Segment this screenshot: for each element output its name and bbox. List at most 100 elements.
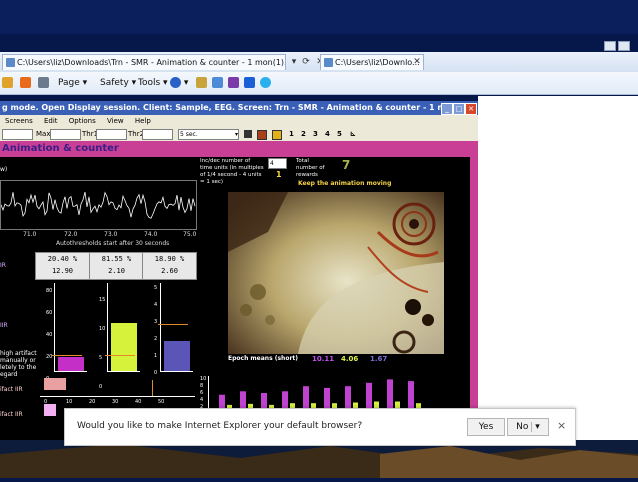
menu-help[interactable]: Help bbox=[135, 117, 151, 125]
side-label: egard bbox=[0, 371, 18, 378]
max-input[interactable] bbox=[50, 129, 81, 140]
channel-4[interactable]: 4 bbox=[325, 127, 330, 141]
eye-icon[interactable] bbox=[212, 76, 223, 90]
thr2-input[interactable] bbox=[142, 129, 173, 140]
eeg-trace-box bbox=[0, 180, 197, 230]
side-label: IR bbox=[0, 262, 6, 269]
bar-chart-2 bbox=[107, 283, 140, 372]
inc-dec-stepper[interactable]: 4 bbox=[268, 158, 287, 169]
y-tick: 5 bbox=[99, 355, 103, 361]
tools-menu[interactable]: Tools ▾ bbox=[138, 76, 168, 90]
safety-menu[interactable]: Safety ▾ bbox=[100, 76, 136, 90]
screen-heading: Animation & counter bbox=[0, 141, 478, 157]
print-icon[interactable] bbox=[38, 76, 49, 90]
tab-image[interactable]: C:\Users\liz\Downloads\Trn - SMR - Anima… bbox=[2, 54, 286, 70]
no-button[interactable]: No ▾ bbox=[507, 418, 549, 436]
bar-3 bbox=[164, 340, 190, 371]
time-select[interactable]: 5 sec. ▾ bbox=[178, 129, 239, 140]
app-minimize-button[interactable]: _ bbox=[441, 103, 453, 115]
feeds-icon[interactable] bbox=[20, 76, 31, 90]
y-tick: 60 bbox=[46, 310, 53, 316]
bar-chart-3 bbox=[160, 283, 193, 372]
keep-moving-text: Keep the animation moving bbox=[298, 180, 392, 187]
chevron-down-icon: ▾ bbox=[234, 131, 238, 138]
app-close-button[interactable]: ✕ bbox=[465, 103, 477, 115]
menu-edit[interactable]: Edit bbox=[44, 117, 58, 125]
window-controls[interactable] bbox=[604, 36, 638, 51]
close-icon[interactable]: × bbox=[557, 419, 566, 432]
bottom-axis bbox=[40, 396, 195, 397]
page-menu[interactable]: Page ▾ bbox=[58, 76, 87, 90]
epoch-bar-magenta bbox=[345, 386, 351, 410]
x-tick: 30 bbox=[112, 399, 119, 405]
tab-close-icon[interactable]: ✕ bbox=[410, 55, 424, 69]
y-tick: 5 bbox=[154, 285, 158, 291]
min-input[interactable] bbox=[2, 129, 33, 140]
total-rewards-value: 7 bbox=[342, 158, 351, 172]
menu-screens[interactable]: Screens bbox=[5, 117, 33, 125]
channel-3[interactable]: 3 bbox=[313, 127, 318, 141]
thr1-input[interactable] bbox=[96, 129, 127, 140]
fractal-image bbox=[228, 192, 444, 354]
app-menu-bar: Screens Edit Options View Help bbox=[0, 115, 478, 127]
y-tick: 8 bbox=[200, 383, 204, 389]
eeg-label: w) bbox=[0, 166, 8, 173]
side-label: IIR bbox=[0, 322, 8, 329]
chevron-down-icon: ▾ bbox=[531, 422, 540, 432]
x-tick: 0 bbox=[44, 399, 48, 405]
page-menu-label: Page bbox=[58, 78, 80, 88]
layout-icon[interactable]: ⊾ bbox=[350, 127, 356, 141]
eeg-tick: 74.0 bbox=[144, 231, 158, 238]
epoch-label: Epoch means (short) bbox=[228, 355, 299, 362]
y-tick: 4 bbox=[154, 302, 158, 308]
help-icon[interactable]: ▾ bbox=[170, 76, 188, 90]
y-tick: 4 bbox=[200, 397, 204, 403]
time-select-value: 5 sec. bbox=[180, 131, 198, 138]
side-label: high artifact bbox=[0, 350, 37, 357]
value-num: 2.60 bbox=[161, 267, 178, 275]
y-tick: 1 bbox=[154, 353, 158, 359]
y-tick: 3 bbox=[154, 319, 158, 325]
epoch-chart bbox=[208, 376, 449, 410]
x-tick: 50 bbox=[158, 399, 165, 405]
color-swatch-black[interactable] bbox=[244, 130, 252, 138]
tab-downloads[interactable]: C:\Users\liz\Downlo... bbox=[320, 54, 424, 70]
eeg-tick: 73.0 bbox=[104, 231, 118, 238]
pause-icon[interactable] bbox=[272, 130, 282, 140]
epoch-value-1: 10.11 bbox=[312, 355, 335, 363]
app-maximize-button[interactable]: □ bbox=[453, 103, 465, 115]
yes-button[interactable]: Yes bbox=[467, 418, 505, 436]
skype-icon[interactable] bbox=[260, 76, 271, 90]
value-num: 2.10 bbox=[108, 267, 125, 275]
menu-options[interactable]: Options bbox=[69, 117, 96, 125]
threshold-line-2 bbox=[105, 355, 135, 356]
inc-dec-label: Inc/dec number of time units (in multipl… bbox=[200, 158, 264, 185]
inc-display: 1 bbox=[276, 170, 282, 179]
refresh-icon[interactable]: ⟳ bbox=[299, 55, 313, 69]
y-tick: 10 bbox=[99, 326, 106, 332]
channel-2[interactable]: 2 bbox=[301, 127, 306, 141]
onenote-icon[interactable] bbox=[228, 76, 239, 90]
threshold-line-1 bbox=[52, 355, 82, 356]
value-box-1: 20.40 % 12.90 bbox=[35, 252, 90, 280]
channel-5[interactable]: 5 bbox=[337, 127, 342, 141]
menu-view[interactable]: View bbox=[107, 117, 124, 125]
bar-chart-1-ticks: 806040200 bbox=[46, 280, 52, 390]
color-swatch-brown[interactable] bbox=[257, 130, 267, 140]
minimize-icon[interactable] bbox=[604, 41, 616, 51]
value-num: 12.90 bbox=[51, 267, 74, 275]
home-icon[interactable] bbox=[2, 76, 13, 90]
command-bar: Page ▾ Safety ▾ Tools ▾ ▾ bbox=[0, 72, 638, 95]
restore-icon[interactable] bbox=[618, 41, 630, 51]
x-tick: 40 bbox=[135, 399, 142, 405]
total-rewards-label: Total number of rewards bbox=[296, 158, 325, 178]
animation-image bbox=[228, 192, 444, 354]
research-icon[interactable] bbox=[196, 76, 207, 90]
eeg-waveform bbox=[0, 191, 196, 219]
artifact-bar-2 bbox=[44, 404, 56, 416]
value-pct: 18.90 % bbox=[154, 255, 185, 263]
file-icon bbox=[324, 58, 333, 67]
bluetooth-icon[interactable] bbox=[244, 76, 255, 90]
channel-1[interactable]: 1 bbox=[289, 127, 294, 141]
eeg-tick: 71.0 bbox=[23, 231, 37, 238]
